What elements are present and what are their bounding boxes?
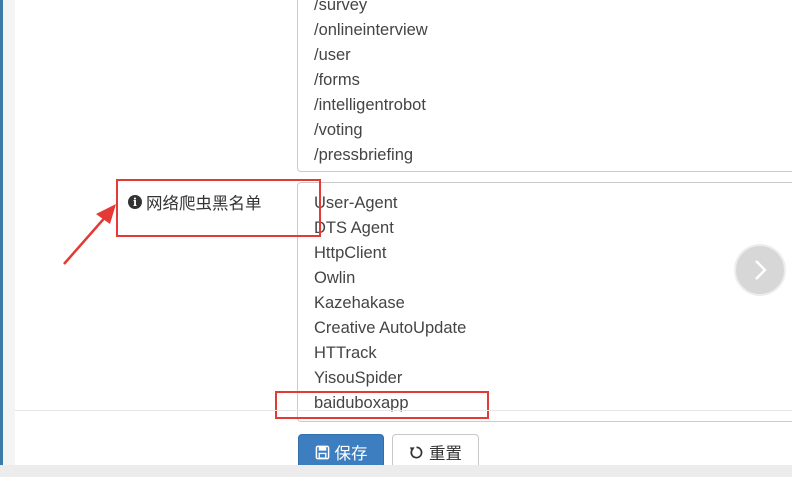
list-item: /forms bbox=[314, 71, 360, 89]
list-item: YisouSpider bbox=[314, 369, 403, 387]
annotation-box-item bbox=[275, 391, 489, 419]
form-divider bbox=[15, 410, 792, 411]
list-item: User-Agent bbox=[314, 194, 398, 212]
list-item: /pressbriefing bbox=[314, 146, 414, 164]
crawler-blacklist-textarea[interactable]: User-Agent DTS Agent HttpClient Owlin Ka… bbox=[297, 182, 792, 422]
bottom-band bbox=[0, 465, 792, 477]
save-icon bbox=[315, 445, 329, 459]
list-item: HTTrack bbox=[314, 344, 377, 362]
annotation-arrow bbox=[63, 204, 116, 265]
annotation-box-label bbox=[116, 179, 321, 237]
list-item: Creative AutoUpdate bbox=[314, 319, 467, 337]
list-item: /user bbox=[314, 46, 351, 64]
list-item: Kazehakase bbox=[314, 294, 405, 312]
list-item: /survey bbox=[314, 0, 368, 14]
list-item: HttpClient bbox=[314, 244, 387, 262]
reset-button-label: 重置 bbox=[429, 445, 462, 463]
list-item: /voting bbox=[314, 121, 363, 139]
list-item: DTS Agent bbox=[314, 219, 394, 237]
left-gutter bbox=[3, 0, 15, 465]
chevron-right-icon bbox=[755, 260, 767, 280]
next-slide-button[interactable] bbox=[734, 244, 786, 296]
save-button-label: 保存 bbox=[334, 445, 368, 463]
reset-icon bbox=[409, 446, 423, 458]
list-item: /intelligentrobot bbox=[314, 96, 426, 114]
list-item: /onlineinterview bbox=[314, 21, 428, 39]
url-list-textarea[interactable]: /survey /onlineinterview /user /forms /i… bbox=[297, 0, 792, 172]
list-item: Owlin bbox=[314, 269, 356, 287]
